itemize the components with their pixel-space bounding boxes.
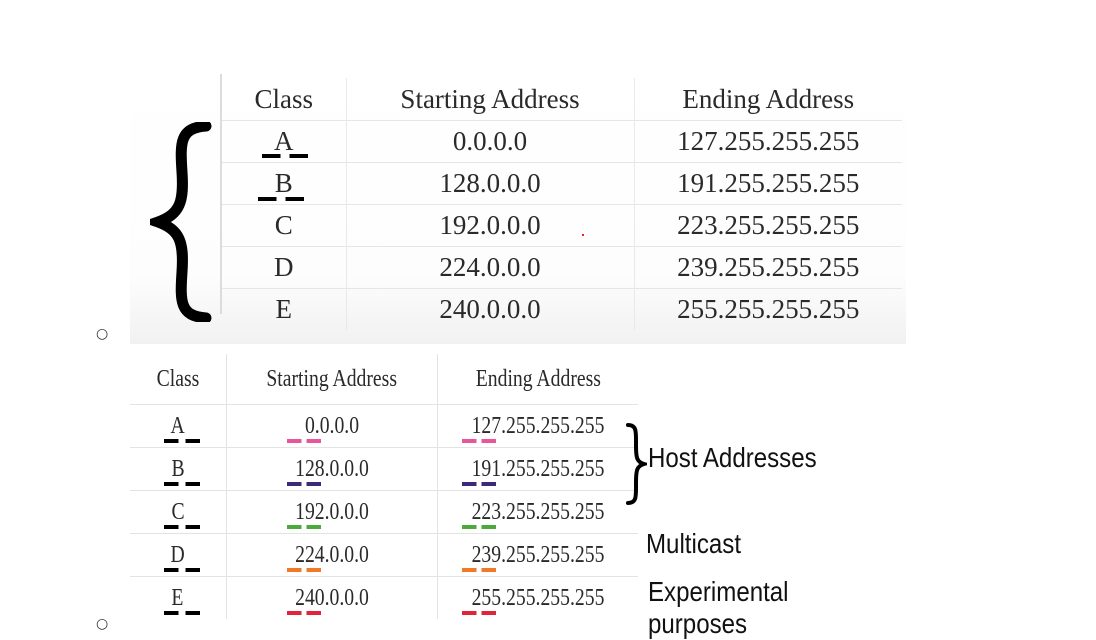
end-cell: 255.255.255.255	[437, 576, 638, 619]
table-row: A 0.0.0.0 127.255.255.255	[222, 120, 902, 163]
table-row: E 240.0.0.0 255.255.255.255	[130, 576, 638, 619]
column-header-end: Ending Address	[633, 78, 902, 121]
class-cell: E	[222, 288, 347, 330]
column-header-end: Ending Address	[437, 354, 638, 405]
end-cell: 191.255.255.255	[437, 447, 638, 491]
column-header-class: Class	[254, 83, 314, 114]
start-cell: 240.0.0.0	[345, 288, 634, 330]
curly-brace-icon	[150, 122, 212, 322]
column-header-start: Starting Address	[225, 354, 438, 405]
class-label: B	[274, 168, 293, 198]
underline-mark	[286, 611, 321, 615]
multicast-note: Multicast	[646, 528, 742, 559]
underline-mark	[462, 611, 497, 615]
experimental-note: Experimental purposes	[648, 576, 789, 639]
start-cell: 192.0.0.0	[225, 490, 438, 534]
start-cell: 128.0.0.0	[345, 162, 634, 205]
underline-mark	[286, 482, 321, 486]
end-cell: 191.255.255.255	[633, 162, 902, 205]
underline-mark	[462, 482, 497, 486]
underline-mark	[462, 525, 497, 529]
end-cell: 223.255.255.255	[437, 490, 638, 534]
column-header-class: Class	[156, 365, 200, 392]
underline-mark	[286, 525, 321, 529]
start-cell: 224.0.0.0	[345, 246, 634, 289]
table-row: D 224.0.0.0 239.255.255.255	[222, 246, 902, 289]
start-cell: 224.0.0.0	[225, 533, 438, 577]
class-cell: D	[130, 533, 227, 577]
class-cell: B	[222, 162, 347, 205]
start-cell: 128.0.0.0	[225, 447, 438, 491]
table-row: C 192.0.0.0 223.255.255.255	[222, 204, 902, 247]
underline-mark	[286, 439, 321, 443]
underline-mark	[258, 197, 304, 201]
underline-mark	[262, 154, 308, 158]
class-cell: B	[130, 447, 227, 491]
table-row: B 128.0.0.0 191.255.255.255	[130, 447, 638, 491]
end-cell: 127.255.255.255	[437, 404, 638, 448]
start-cell: 0.0.0.0	[345, 120, 634, 163]
ip-class-table-image-2: Class Starting Address Ending Address A …	[130, 352, 900, 639]
table-row: D 224.0.0.0 239.255.255.255	[130, 533, 638, 577]
end-cell: 239.255.255.255	[437, 533, 638, 577]
address-table: Class Starting Address Ending Address A …	[222, 78, 902, 330]
underline-mark	[164, 611, 200, 615]
start-cell: 192.0.0.0	[345, 204, 634, 247]
class-cell: A	[222, 120, 347, 163]
underline-mark	[286, 568, 321, 572]
underline-mark	[164, 525, 200, 529]
table-header-row: Class Starting Address Ending Address	[222, 78, 902, 121]
table-row: A 0.0.0.0 127.255.255.255	[130, 404, 638, 448]
class-cell: C	[130, 490, 227, 534]
table-row: C 192.0.0.0 223.255.255.255	[130, 490, 638, 534]
underline-mark	[462, 568, 497, 572]
class-cell: C	[222, 204, 347, 247]
table-row: E 240.0.0.0 255.255.255.255	[222, 288, 902, 330]
underline-mark	[164, 439, 200, 443]
underline-mark	[462, 439, 497, 443]
underline-mark	[164, 568, 200, 572]
annotated-address-table: Class Starting Address Ending Address A …	[130, 354, 638, 619]
class-cell: A	[130, 404, 227, 448]
start-cell: 240.0.0.0	[225, 576, 438, 619]
underline-mark	[164, 482, 200, 486]
column-header-start: Starting Address	[345, 78, 634, 121]
end-cell: 239.255.255.255	[633, 246, 902, 289]
end-cell: 255.255.255.255	[633, 288, 902, 330]
start-cell: 0.0.0.0	[225, 404, 438, 448]
end-cell: 223.255.255.255	[633, 204, 902, 247]
class-cell: E	[130, 576, 227, 619]
class-cell: D	[222, 246, 347, 289]
right-brace-icon	[626, 423, 647, 505]
class-label: A	[274, 126, 294, 156]
table-row: B 128.0.0.0 191.255.255.255	[222, 162, 902, 205]
stray-mark	[582, 234, 584, 236]
table-header-row: Class Starting Address Ending Address	[130, 354, 638, 405]
end-cell: 127.255.255.255	[633, 120, 902, 163]
ip-class-table-image-1: Class Starting Address Ending Address A …	[130, 74, 906, 344]
list-bullet: ○	[96, 326, 109, 342]
host-addresses-note: Host Addresses	[648, 442, 817, 473]
